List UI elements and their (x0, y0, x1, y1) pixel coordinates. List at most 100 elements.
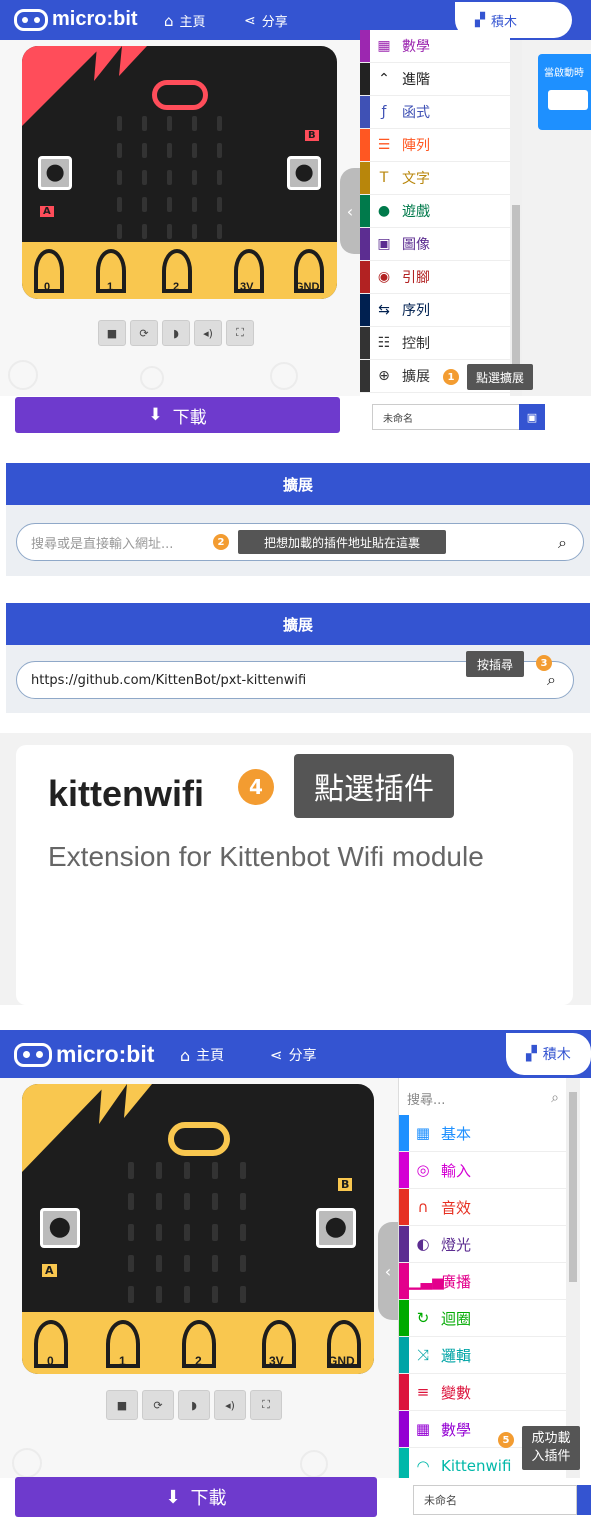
toolbox-category-item[interactable]: ▣ 圖像 (360, 228, 510, 261)
category-color-bar (399, 1263, 409, 1299)
filename-input[interactable]: 未命名 (372, 404, 520, 430)
led (192, 170, 197, 185)
led (156, 1162, 162, 1179)
collapse-simulator-button[interactable]: ‹ (340, 168, 360, 254)
stop-icon[interactable]: ■ (98, 320, 126, 346)
extension-card-kittenwifi[interactable]: kittenwifi 4 點選插件 Extension for Kittenbo… (16, 745, 573, 1005)
share-link[interactable]: ⋖ 分享 (270, 1045, 317, 1065)
led (167, 197, 172, 212)
category-color-bar (399, 1374, 409, 1410)
microbit-logo[interactable]: micro:bit (14, 1041, 154, 1068)
callout-tip: 按插尋 (466, 651, 524, 677)
download-button[interactable]: ⬇ 下載 (15, 1477, 377, 1517)
toolbox-scrollbar[interactable] (510, 40, 522, 396)
category-color-bar (360, 30, 370, 62)
toolbox-category-item[interactable]: ⇆ 序列 (360, 294, 510, 327)
toolbox-search[interactable]: 搜尋... ⌕ (407, 1086, 559, 1110)
home-link[interactable]: ⌂ 主頁 (180, 1045, 224, 1065)
category-color-bar (360, 63, 370, 95)
toolbox-category-item[interactable]: ◉ 引腳 (360, 261, 510, 294)
logo-touch[interactable] (152, 80, 208, 110)
led (240, 1224, 246, 1241)
filename-input[interactable]: 未命名 (413, 1485, 577, 1515)
led (192, 197, 197, 212)
dialog-title: 擴展 (6, 463, 590, 505)
led (167, 224, 172, 239)
on-start-block[interactable]: 當啟動時 (538, 54, 591, 130)
category-label: 擴展 (402, 369, 430, 385)
toolbox-category-item[interactable]: ● 遊戲 (360, 195, 510, 228)
toolbox-scrollbar[interactable] (566, 1078, 580, 1478)
pin-label: GND (328, 1354, 355, 1368)
category-label: 遊戲 (402, 204, 430, 220)
toolbox-category-item[interactable]: ◎ 輸入 (399, 1152, 567, 1189)
slowmo-icon[interactable]: ◗ (162, 320, 190, 346)
mute-icon[interactable]: ◂) (214, 1390, 246, 1420)
led (240, 1193, 246, 1210)
microbit-logo[interactable]: micro:bit (14, 8, 138, 31)
toolbox-category-item[interactable]: ▦ 數學 (360, 30, 510, 63)
chevron-up-icon: ⌃ (378, 71, 390, 87)
led (117, 170, 122, 185)
blocks-label: 積木 (542, 1047, 571, 1063)
download-button[interactable]: ⬇ 下載 (15, 397, 340, 433)
home-link[interactable]: ⌂ 主頁 (164, 11, 206, 31)
button-b[interactable] (316, 1208, 356, 1248)
fullscreen-icon[interactable]: ⛶ (226, 320, 254, 346)
button-b[interactable] (287, 156, 321, 190)
search-icon[interactable]: ⌕ (551, 1090, 559, 1106)
save-button[interactable] (577, 1485, 591, 1515)
slowmo-icon[interactable]: ◗ (178, 1390, 210, 1420)
toolbox-category-item[interactable]: ⌃ 進階 (360, 63, 510, 96)
button-b-label: B (305, 130, 319, 141)
search-url: https://github.com/KittenBot/pxt-kittenw… (31, 672, 307, 688)
fullscreen-icon[interactable]: ⛶ (250, 1390, 282, 1420)
category-label: 進階 (402, 72, 430, 88)
led (156, 1255, 162, 1272)
toolbox-category-item[interactable]: ⤨ 邏輯 (399, 1337, 567, 1374)
share-link[interactable]: ⋖ 分享 (244, 11, 288, 31)
led (128, 1193, 134, 1210)
toolbox-category-item[interactable]: ƒ 函式 (360, 96, 510, 129)
toolbox-category-item[interactable]: ◐ 燈光 (399, 1226, 567, 1263)
toolbox-category-item[interactable]: T 文字 (360, 162, 510, 195)
restart-icon[interactable]: ⟳ (130, 320, 158, 346)
logo-touch[interactable] (168, 1122, 230, 1156)
toolbox-list: ▦ 基本 ◎ 輸入 ∩ 音效 ◐ 燈光 ▁▃▅ 廣播 ↻ 迴圈 ⤨ 邏輯 ≡ 變數 ▦ 數學 ◠ Kittenwifi (399, 1115, 567, 1485)
toolbox-category-item[interactable]: ▁▃▅ 廣播 (399, 1263, 567, 1300)
collapse-simulator-button[interactable]: ‹ (378, 1222, 398, 1320)
led (142, 224, 147, 239)
toolbox-category-item[interactable]: ≡ 變數 (399, 1374, 567, 1411)
led (217, 143, 222, 158)
search-icon[interactable]: ⌕ (547, 670, 556, 690)
led (156, 1193, 162, 1210)
stop-icon[interactable]: ■ (106, 1390, 138, 1420)
toolbox-list: ▦ 數學 ⌃ 進階 ƒ 函式 ☰ 陣列 T 文字 ● 遊戲 ▣ 圖像 ◉ 引腳 ⇆ 序列 ☷ 控制 ⊕ 擴展 (360, 30, 510, 396)
led (142, 143, 147, 158)
search-icon[interactable]: ⌕ (558, 533, 567, 553)
wifi-icon: ◠ (416, 1457, 430, 1475)
restart-icon[interactable]: ⟳ (142, 1390, 174, 1420)
home-icon: ⌂ (164, 11, 174, 30)
mute-icon[interactable]: ◂) (194, 320, 222, 346)
toolbox-category-item[interactable]: ☰ 陣列 (360, 129, 510, 162)
category-color-bar (360, 294, 370, 326)
category-label: 邏輯 (441, 1346, 472, 1365)
edge-connector: 0 1 2 3V GND (22, 1312, 374, 1374)
blocks-toggle[interactable]: ▞ 積木 (506, 1033, 591, 1075)
category-color-bar (360, 327, 370, 359)
button-a[interactable] (40, 1208, 80, 1248)
download-icon: ⬇ (165, 1486, 181, 1508)
save-button[interactable]: ▣ (519, 404, 545, 430)
button-a[interactable] (38, 156, 72, 190)
toolbox-category-item[interactable]: ↻ 迴圈 (399, 1300, 567, 1337)
dialog-title: 擴展 (6, 603, 590, 645)
image-icon: ▣ (377, 236, 391, 252)
toolbox-category-item[interactable]: ☷ 控制 (360, 327, 510, 360)
card-description: Extension for Kittenbot Wifi module (48, 841, 484, 872)
category-color-bar (399, 1300, 409, 1336)
share-label: 分享 (288, 1048, 317, 1064)
home-label: 主頁 (196, 1048, 225, 1064)
toolbox-category-item[interactable]: ▦ 基本 (399, 1115, 567, 1152)
toolbox-category-item[interactable]: ∩ 音效 (399, 1189, 567, 1226)
